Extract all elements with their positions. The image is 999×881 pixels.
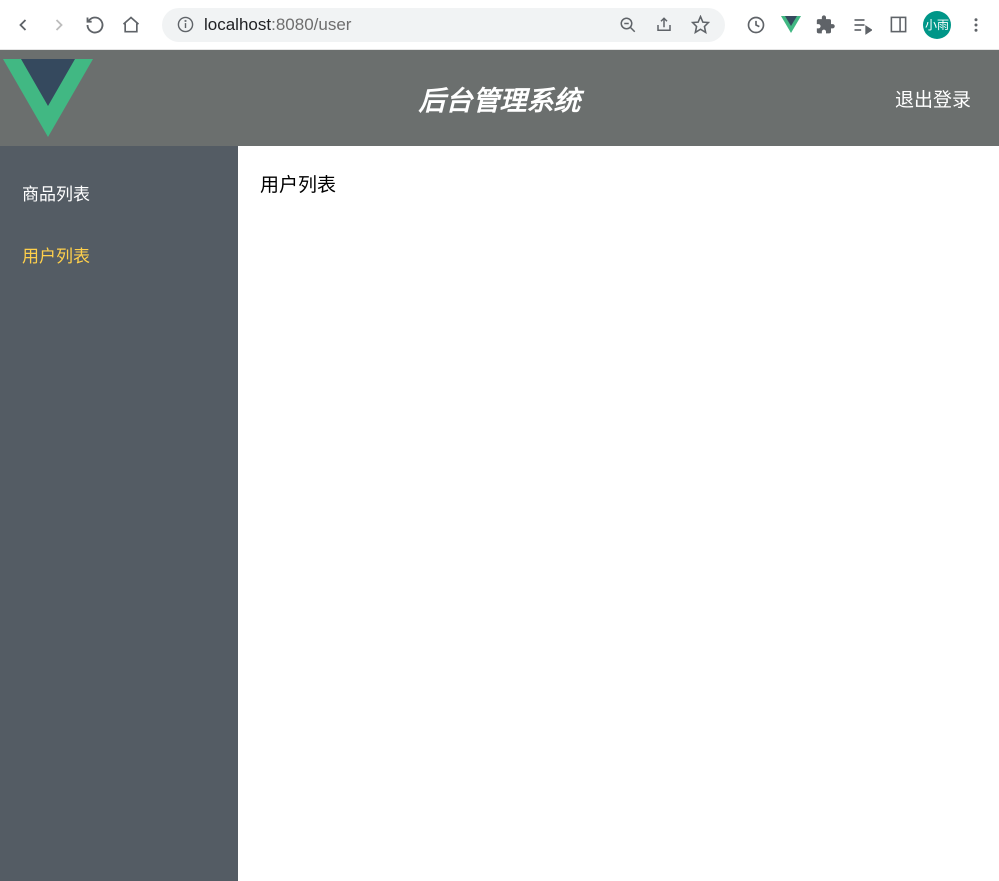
- vue-logo-icon: [3, 59, 93, 137]
- sidebar-item-products[interactable]: 商品列表: [0, 164, 238, 220]
- share-icon[interactable]: [653, 14, 675, 36]
- star-icon[interactable]: [689, 14, 711, 36]
- url-host: localhost: [204, 15, 271, 34]
- logout-button[interactable]: 退出登录: [895, 85, 971, 112]
- page-title: 用户列表: [260, 170, 977, 197]
- app-header: 后台管理系统 退出登录: [0, 50, 999, 146]
- extensions-row: 小雨: [745, 11, 987, 39]
- back-icon[interactable]: [12, 14, 34, 36]
- site-info-icon[interactable]: [176, 16, 194, 34]
- url-path: :8080/user: [271, 15, 351, 34]
- app-body: 商品列表 用户列表 用户列表: [0, 146, 999, 881]
- home-icon[interactable]: [120, 14, 142, 36]
- reload-icon[interactable]: [84, 14, 106, 36]
- app-title: 后台管理系统: [419, 79, 581, 118]
- sidebar-item-users[interactable]: 用户列表: [0, 226, 238, 282]
- profile-avatar[interactable]: 小雨: [923, 11, 951, 39]
- zoom-out-icon[interactable]: [617, 14, 639, 36]
- sidebar-item-label: 商品列表: [22, 180, 90, 205]
- forward-icon: [48, 14, 70, 36]
- url-text: localhost:8080/user: [204, 15, 351, 35]
- avatar-text: 小雨: [925, 16, 949, 33]
- vue-devtools-icon[interactable]: [781, 16, 801, 33]
- clock-icon[interactable]: [745, 14, 767, 36]
- app-logo: [0, 50, 96, 146]
- address-actions: [617, 14, 711, 36]
- browser-toolbar: localhost:8080/user: [0, 0, 999, 50]
- playlist-icon[interactable]: [851, 14, 873, 36]
- menu-dots-icon[interactable]: [965, 14, 987, 36]
- extensions-icon[interactable]: [815, 14, 837, 36]
- sidebar: 商品列表 用户列表: [0, 146, 238, 881]
- panel-icon[interactable]: [887, 14, 909, 36]
- sidebar-item-label: 用户列表: [22, 242, 90, 267]
- main-content: 用户列表: [238, 146, 999, 881]
- address-bar[interactable]: localhost:8080/user: [162, 8, 725, 42]
